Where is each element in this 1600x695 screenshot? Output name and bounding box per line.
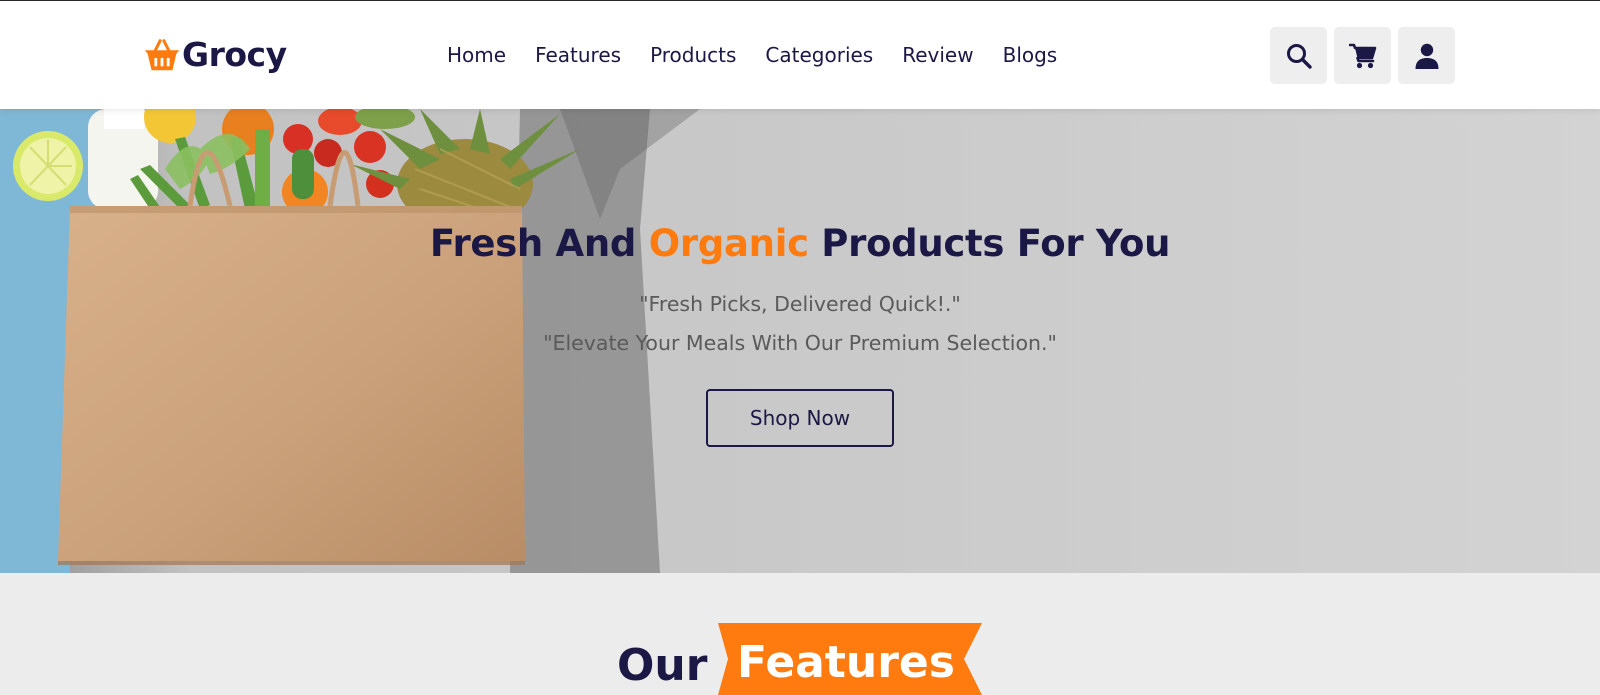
user-icon xyxy=(1415,43,1438,69)
user-account-button[interactable] xyxy=(1398,27,1455,84)
nav-blogs[interactable]: Blogs xyxy=(1003,41,1058,69)
features-ribbon: Features xyxy=(710,623,982,695)
hero-banner: Fresh And Organic Products For You "Fres… xyxy=(0,109,1600,573)
nav-products[interactable]: Products xyxy=(650,41,736,69)
cart-icon xyxy=(1348,43,1376,68)
nav-home[interactable]: Home xyxy=(447,41,506,69)
cart-button[interactable] xyxy=(1334,27,1391,84)
hero-title-accent: Organic xyxy=(648,222,809,265)
nav-features[interactable]: Features xyxy=(535,41,621,69)
nav-review[interactable]: Review xyxy=(902,41,973,69)
nav-categories[interactable]: Categories xyxy=(765,41,873,69)
hero-subtitle-2: "Elevate Your Meals With Our Premium Sel… xyxy=(543,331,1057,355)
features-heading-plain: Our xyxy=(617,640,708,691)
basket-icon xyxy=(144,38,180,70)
search-icon xyxy=(1286,43,1312,69)
brand-name: Grocy xyxy=(182,35,287,74)
shop-now-button[interactable]: Shop Now xyxy=(706,389,894,447)
hero-subtitle-1: "Fresh Picks, Delivered Quick!." xyxy=(639,292,961,316)
logo-link[interactable]: Grocy xyxy=(143,35,287,74)
features-heading: Our Features xyxy=(0,623,1600,695)
site-header: Grocy Home Features Products Categories … xyxy=(0,1,1600,109)
main-nav: Home Features Products Categories Review… xyxy=(447,41,1057,69)
hero-title: Fresh And Organic Products For You xyxy=(0,222,1600,265)
features-heading-ribbon-text: Features xyxy=(737,637,955,688)
search-button[interactable] xyxy=(1270,27,1327,84)
hero-title-part2: Products For You xyxy=(808,222,1171,265)
hero-title-part1: Fresh And xyxy=(429,222,649,265)
